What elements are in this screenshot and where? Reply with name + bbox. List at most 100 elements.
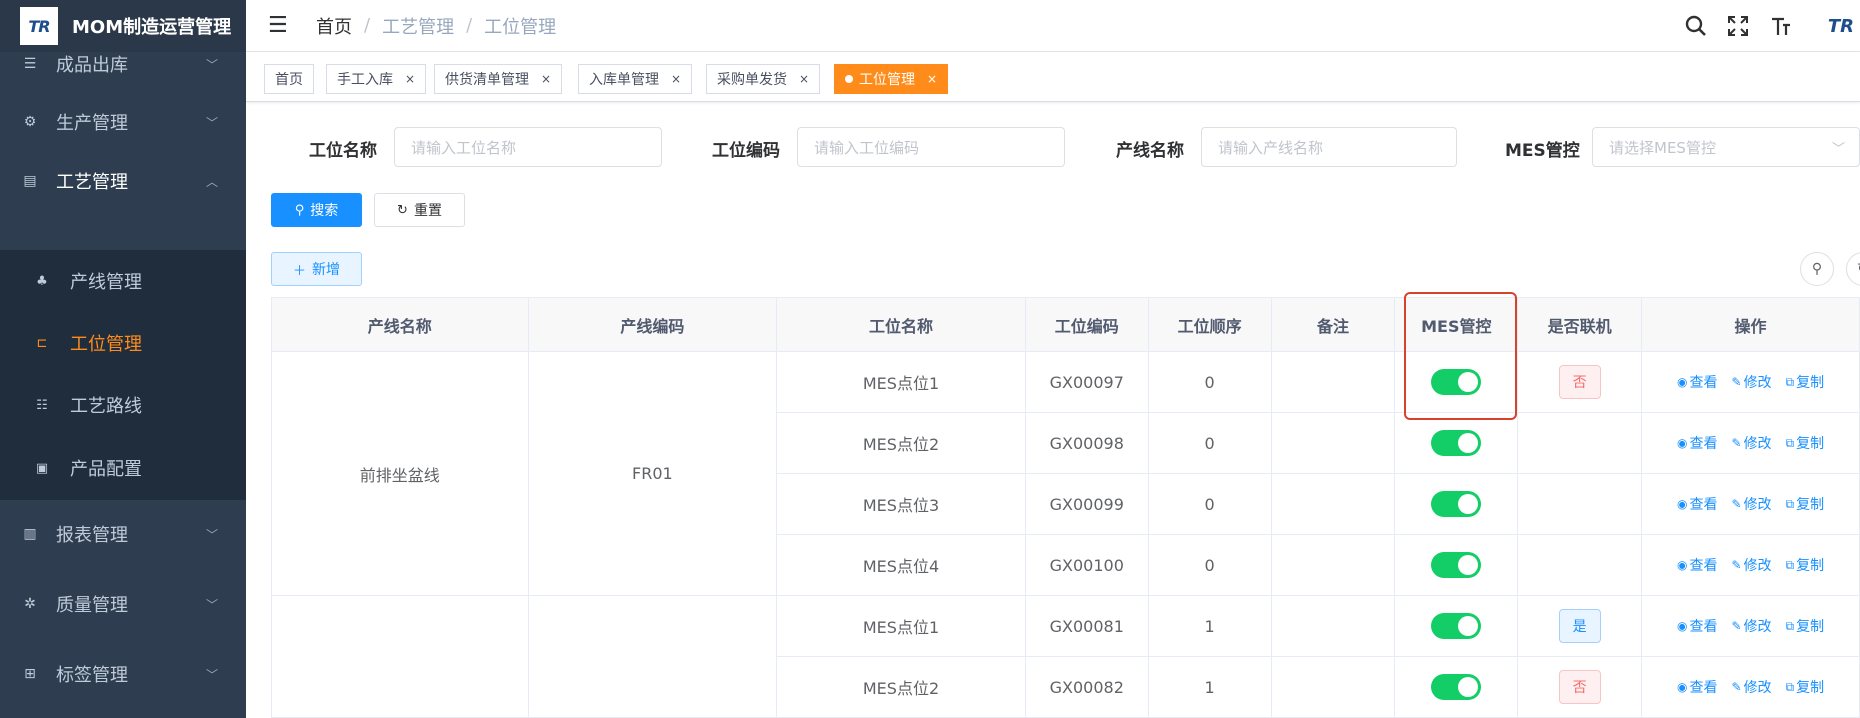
column-header: 工位顺序 <box>1147 297 1272 352</box>
view-link[interactable]: ◉ 查看 <box>1677 555 1717 575</box>
actions-cell: ◉ 查看 ✎ 修改 ⧉ 复制 <box>1641 473 1860 535</box>
sidebar-item-process[interactable]: ▤ 工艺管理 ︿ <box>0 151 246 211</box>
copy-link[interactable]: ⧉ 复制 <box>1786 372 1825 392</box>
copy-link[interactable]: ⧉ 复制 <box>1786 555 1825 575</box>
close-icon[interactable]: × <box>799 72 809 86</box>
copy-icon: ⧉ <box>1785 374 1795 389</box>
sidebar-item-labels[interactable]: ⊞ 标签管理 ﹀ <box>0 644 246 704</box>
chevron-down-icon: ﹀ <box>1831 141 1845 157</box>
view-link[interactable]: ◉ 查看 <box>1677 616 1717 636</box>
chevron-up-icon: ︿ <box>205 174 218 189</box>
reset-button[interactable]: ↻ 重置 <box>374 193 465 227</box>
mes-cell <box>1394 656 1519 718</box>
station-name-cell: MES点位1 <box>776 595 1026 657</box>
breadcrumb-separator: / <box>466 15 473 36</box>
view-link[interactable]: ◉ 查看 <box>1677 433 1717 453</box>
view-link[interactable]: ◉ 查看 <box>1677 677 1717 697</box>
mes-control-select[interactable]: 请选择MES管控 ﹀ <box>1592 127 1860 167</box>
close-icon[interactable]: × <box>541 72 551 86</box>
edit-link[interactable]: ✎ 修改 <box>1731 372 1771 392</box>
sidebar-item-label: 标签管理 <box>56 665 128 686</box>
line-code-cell <box>527 595 778 718</box>
mes-toggle[interactable] <box>1431 369 1482 395</box>
edit-icon: ✎ <box>1731 680 1742 694</box>
station-name-cell: MES点位2 <box>776 412 1026 474</box>
tag-purchase-shipping[interactable]: 采购单发货 × <box>706 64 821 94</box>
chevron-down-icon: ﹀ <box>205 667 218 682</box>
online-cell: 否 <box>1517 351 1643 413</box>
link-label: 复制 <box>1796 375 1825 391</box>
refresh-table-button[interactable]: ↻ <box>1846 252 1860 286</box>
add-button[interactable]: ＋ 新增 <box>271 252 362 286</box>
mes-toggle[interactable] <box>1431 491 1482 517</box>
line-name-input[interactable]: 请输入产线名称 <box>1201 127 1457 167</box>
link-label: 查看 <box>1689 680 1718 696</box>
fullscreen-icon[interactable] <box>1726 14 1750 38</box>
edit-link[interactable]: ✎ 修改 <box>1731 616 1771 636</box>
tag-label: 入库单管理 <box>589 72 659 88</box>
avatar[interactable]: TR <box>1810 16 1854 37</box>
mes-toggle[interactable] <box>1431 674 1482 700</box>
sidebar-item-process-route[interactable]: ☷ 工艺路线 <box>0 380 246 430</box>
station-code-cell: GX00098 <box>1024 412 1149 474</box>
tag-manual-inbound[interactable]: 手工入库 × <box>326 64 427 94</box>
actions-cell: ◉ 查看 ✎ 修改 ⧉ 复制 <box>1641 351 1860 413</box>
breadcrumb-separator: / <box>364 15 371 36</box>
sidebar-item-label: 工艺路线 <box>70 396 142 417</box>
station-name-input[interactable]: 请输入工位名称 <box>394 127 662 167</box>
station-table: 产线名称 产线编码 工位名称 工位编码 工位顺序 备注 MES管控 是否联机 操… <box>271 297 1860 718</box>
tag-supply-list[interactable]: 供货清单管理 × <box>434 64 563 94</box>
button-label: 新增 <box>312 262 340 278</box>
mes-toggle[interactable] <box>1431 613 1482 639</box>
sidebar-item-production[interactable]: ⚙ 生产管理 ﹀ <box>0 92 246 152</box>
copy-link[interactable]: ⧉ 复制 <box>1786 433 1825 453</box>
breadcrumb-process: 工艺管理 <box>382 16 455 38</box>
line-code-cell: FR01 <box>527 351 778 596</box>
view-link[interactable]: ◉ 查看 <box>1677 494 1717 514</box>
column-header: MES管控 <box>1394 297 1519 352</box>
copy-link[interactable]: ⧉ 复制 <box>1786 677 1825 697</box>
image-icon: ▣ <box>35 460 49 476</box>
tag-station-management[interactable]: 工位管理 × <box>834 64 949 94</box>
station-code-cell: GX00099 <box>1024 473 1149 535</box>
sidebar-item-line-management[interactable]: ♣ 产线管理 <box>0 256 246 306</box>
sidebar-item-finished-outbound[interactable]: ☰ 成品出库 ﹀ <box>0 52 246 76</box>
hamburger-icon[interactable]: ☰ <box>268 13 290 38</box>
station-code-cell: GX00081 <box>1024 595 1149 657</box>
search-button[interactable]: ⚲ 搜索 <box>271 193 362 227</box>
toggle-search-button[interactable]: ⚲ <box>1800 252 1834 286</box>
search-icon[interactable] <box>1684 14 1708 38</box>
route-icon: ☷ <box>36 397 48 413</box>
edit-link[interactable]: ✎ 修改 <box>1731 555 1771 575</box>
mes-toggle[interactable] <box>1431 430 1482 456</box>
close-icon[interactable]: × <box>405 72 415 86</box>
breadcrumb-home[interactable]: 首页 <box>316 13 352 39</box>
sidebar-item-reports[interactable]: ▥ 报表管理 ﹀ <box>0 504 246 564</box>
sidebar-item-quality[interactable]: ✲ 质量管理 ﹀ <box>0 574 246 634</box>
edit-icon: ✎ <box>1731 558 1742 572</box>
mes-toggle[interactable] <box>1431 552 1482 578</box>
edit-link[interactable]: ✎ 修改 <box>1731 677 1771 697</box>
copy-link[interactable]: ⧉ 复制 <box>1786 494 1825 514</box>
column-header: 工位编码 <box>1024 297 1149 352</box>
link-label: 查看 <box>1689 619 1718 635</box>
link-label: 查看 <box>1689 375 1718 391</box>
sidebar-item-station-management[interactable]: ⊏ 工位管理 <box>0 318 246 368</box>
close-icon[interactable]: × <box>671 72 681 86</box>
station-code-input[interactable]: 请输入工位编码 <box>797 127 1065 167</box>
sidebar-item-product-config[interactable]: ▣ 产品配置 <box>0 443 246 493</box>
close-icon[interactable]: × <box>927 72 937 86</box>
view-link[interactable]: ◉ 查看 <box>1677 372 1717 392</box>
tag-home[interactable]: 首页 <box>264 64 314 94</box>
tag-inbound-order[interactable]: 入库单管理 × <box>578 64 693 94</box>
copy-link[interactable]: ⧉ 复制 <box>1786 616 1825 636</box>
edit-icon: ✎ <box>1731 375 1742 389</box>
edit-link[interactable]: ✎ 修改 <box>1731 494 1771 514</box>
edit-icon: ✎ <box>1731 497 1742 511</box>
logo-bar: TR MOM制造运营管理 <box>0 0 246 52</box>
column-header: 操作 <box>1641 297 1860 352</box>
sidebar-item-label: 成品出库 <box>56 55 128 76</box>
font-size-icon[interactable] <box>1768 14 1792 38</box>
search-icon: ⚲ <box>1811 261 1823 277</box>
edit-link[interactable]: ✎ 修改 <box>1731 433 1771 453</box>
